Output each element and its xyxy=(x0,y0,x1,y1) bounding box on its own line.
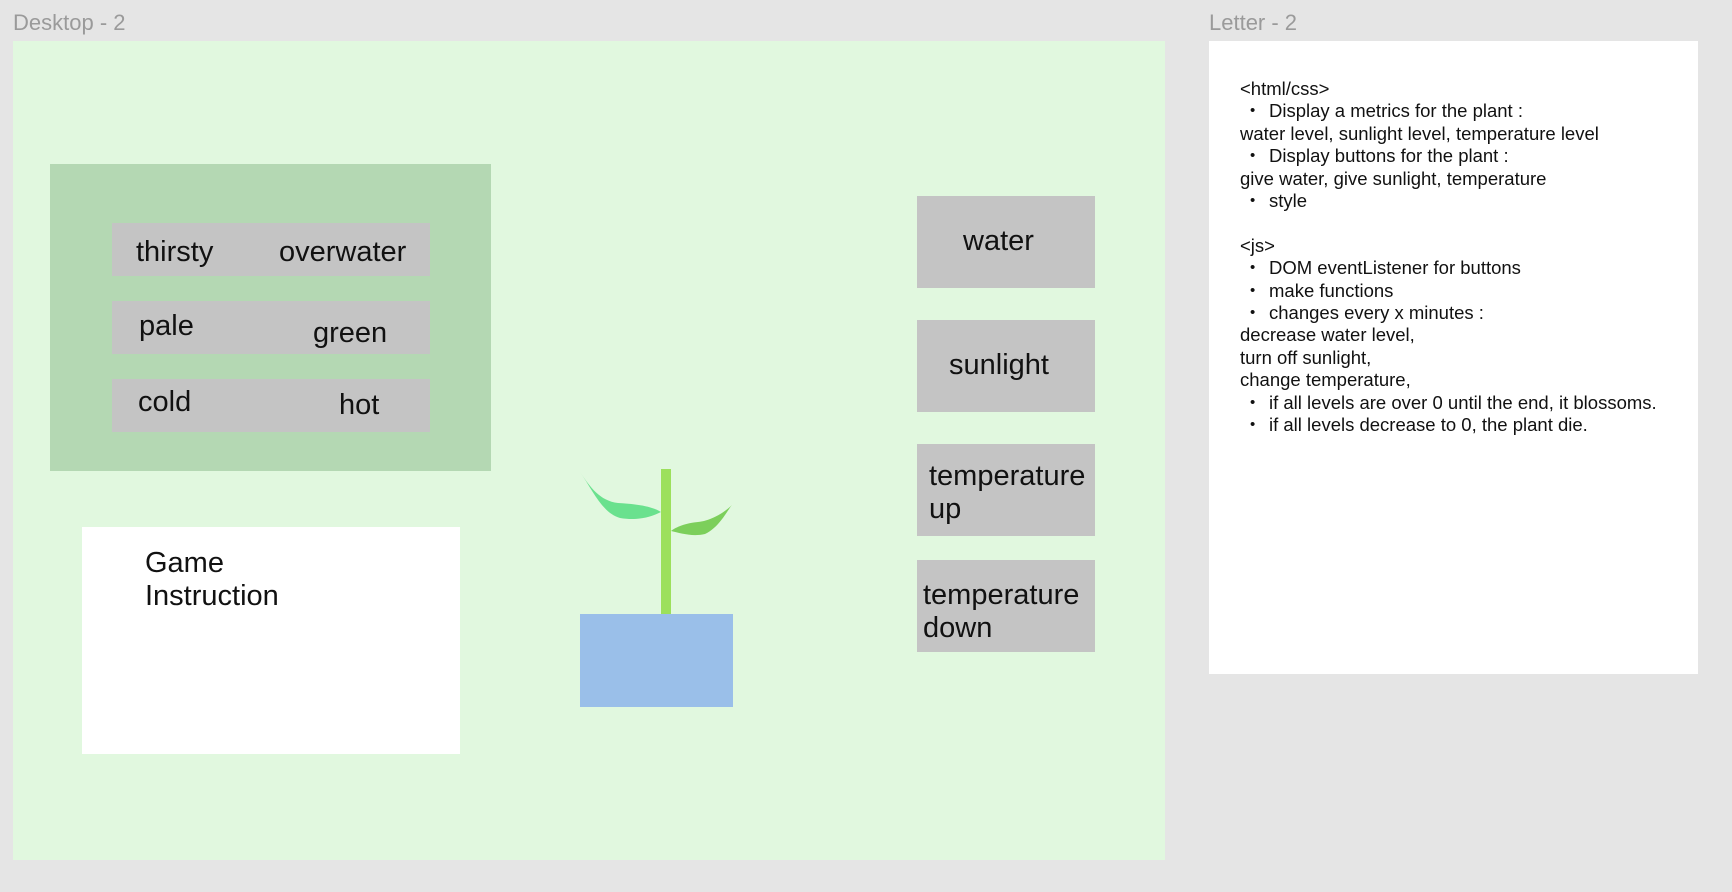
sunlight-metric-row: pale green xyxy=(112,301,430,354)
plant-stem xyxy=(661,469,671,614)
note-bullet: make functions xyxy=(1240,280,1690,303)
note-line: change temperature, xyxy=(1240,369,1411,391)
note-line: decrease water level, xyxy=(1240,324,1415,346)
plant-left-leaf xyxy=(580,472,661,520)
temperature-up-button[interactable]: temperature up xyxy=(917,444,1095,536)
note-bullet: if all levels are over 0 until the end, … xyxy=(1240,392,1690,415)
note-line: water level, sunlight level, temperature… xyxy=(1240,122,1599,144)
water-button-label: water xyxy=(963,225,1034,257)
sunlight-high-label: green xyxy=(313,317,388,349)
note-bullet: DOM eventListener for buttons xyxy=(1240,257,1690,280)
note-spacer xyxy=(1240,212,1690,234)
letter-frame-label: Letter - 2 xyxy=(1209,10,1298,35)
note-bullet: if all levels decrease to 0, the plant d… xyxy=(1240,414,1690,437)
note-bullet: style xyxy=(1240,190,1690,213)
water-high-label: overwater xyxy=(279,236,407,268)
plant-pot xyxy=(580,614,733,707)
letter-frame: <html/css> Display a metrics for the pla… xyxy=(1209,41,1698,674)
temperature-down-label-line2: down xyxy=(923,612,993,644)
note-bullet: Display buttons for the plant : xyxy=(1240,145,1690,168)
game-instruction-card: Game Instruction xyxy=(82,527,460,754)
html-css-header: <html/css> xyxy=(1240,78,1330,99)
js-header: <js> xyxy=(1240,234,1275,256)
temperature-high-label: hot xyxy=(339,389,380,421)
desktop-frame-label: Desktop - 2 xyxy=(13,10,126,35)
note-bullet: changes every x minutes : xyxy=(1240,302,1690,325)
game-instruction-title: Game Instruction xyxy=(145,547,279,612)
temperature-low-label: cold xyxy=(138,386,192,418)
temperature-down-button[interactable]: temperature down xyxy=(917,560,1095,652)
temperature-metric-row: cold hot xyxy=(112,379,430,432)
sunlight-button[interactable]: sunlight xyxy=(917,320,1095,412)
sunlight-low-label: pale xyxy=(139,310,194,342)
plant-right-leaf xyxy=(671,505,732,536)
sunlight-button-label: sunlight xyxy=(949,349,1049,381)
temperature-up-label-line1: temperature xyxy=(929,460,1086,492)
water-metric-row: thirsty overwater xyxy=(112,223,430,276)
note-line: give water, give sunlight, temperature xyxy=(1240,167,1547,189)
implementation-notes: <html/css> Display a metrics for the pla… xyxy=(1240,78,1690,437)
note-line: turn off sunlight, xyxy=(1240,346,1372,368)
note-bullet: Display a metrics for the plant : xyxy=(1240,100,1690,123)
water-button[interactable]: water xyxy=(917,196,1095,288)
plant-illustration xyxy=(580,469,733,707)
temperature-up-label-line2: up xyxy=(929,493,962,525)
desktop-frame: thirsty overwater pale green cold hot Ga… xyxy=(13,41,1165,860)
temperature-down-label-line1: temperature xyxy=(923,579,1080,611)
water-low-label: thirsty xyxy=(136,236,214,268)
